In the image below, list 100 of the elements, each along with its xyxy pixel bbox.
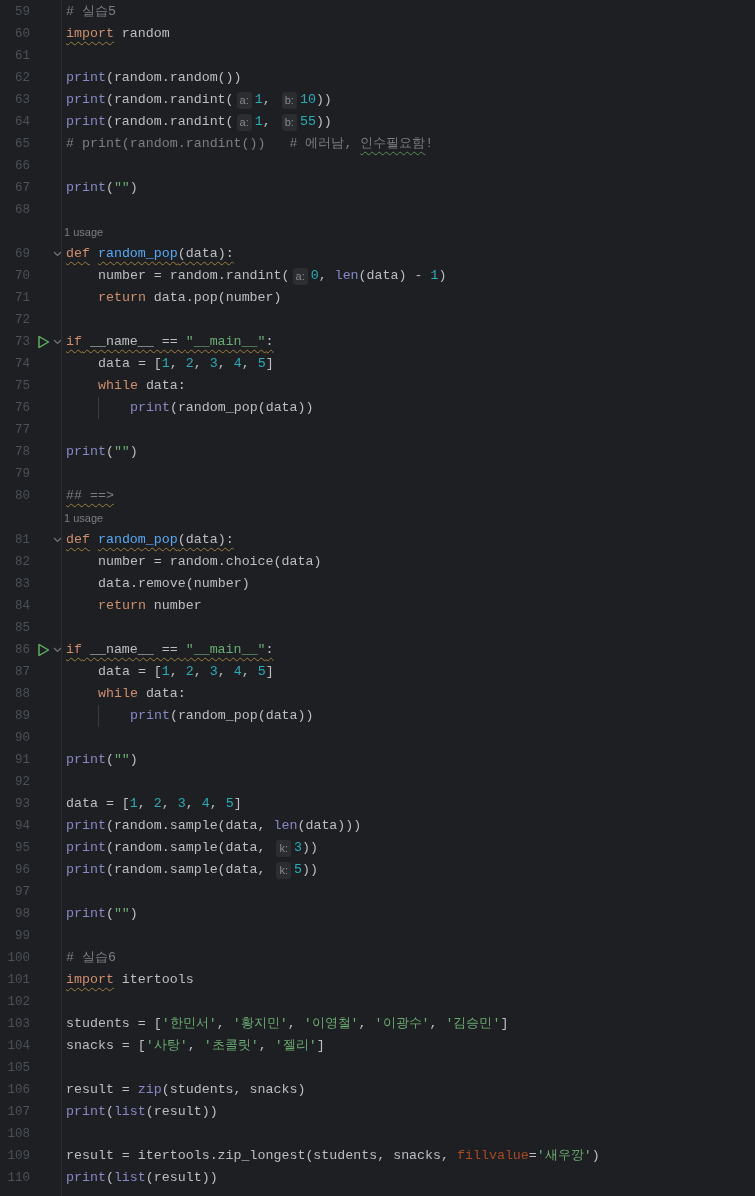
code-text: number = random.randint( — [98, 267, 290, 286]
builtin-name: print — [66, 751, 106, 770]
code-text: = — [528, 1147, 537, 1166]
string-literal: '김승민' — [445, 1015, 501, 1034]
code-text: , — [287, 1015, 297, 1034]
parameter-name: fillvalue — [457, 1147, 529, 1166]
number-literal: 5 — [294, 861, 303, 880]
string-literal: "" — [113, 443, 130, 462]
code-text: ) — [129, 443, 138, 462]
builtin-name: print — [66, 817, 106, 836]
code-text: (random_pop(data)) — [169, 707, 314, 726]
number-literal: 3 — [209, 663, 218, 682]
code-text: ] — [500, 1015, 509, 1034]
code-text: , — [185, 795, 195, 814]
builtin-name: len — [273, 817, 298, 836]
fold-chevron-icon[interactable] — [52, 339, 62, 345]
code-text: , — [217, 663, 227, 682]
code-text: (data) - — [358, 267, 424, 286]
code-text: (students, snacks) — [161, 1081, 306, 1100]
number-literal: 3 — [209, 355, 218, 374]
comment: # 실습6 — [66, 949, 116, 968]
string-literal: "" — [113, 905, 130, 924]
code-text: (data): — [177, 531, 234, 550]
number-literal: 1 — [161, 663, 170, 682]
code-text: , — [193, 663, 203, 682]
code-text: )) — [315, 113, 332, 132]
code-text: (result)) — [145, 1169, 218, 1188]
keyword: return — [98, 597, 146, 616]
string-literal: "__main__" — [185, 333, 266, 352]
comment: 인수필요함 — [360, 135, 426, 154]
number-literal: 2 — [185, 355, 194, 374]
number-literal: 2 — [185, 663, 194, 682]
number-literal: 2 — [153, 795, 162, 814]
code-text: (random.sample(data, — [105, 839, 267, 858]
code-text: , — [216, 1015, 226, 1034]
number-literal: 4 — [201, 795, 210, 814]
code-text: , — [258, 1037, 268, 1056]
inlay-hint: b: — [281, 113, 297, 131]
builtin-name: print — [66, 113, 106, 132]
code-text: ) — [129, 905, 138, 924]
builtin-name: list — [113, 1169, 146, 1188]
number-literal: 55 — [299, 113, 316, 132]
run-icon[interactable] — [37, 335, 50, 349]
usage-hint[interactable]: 1 usage — [64, 223, 104, 241]
string-literal: '사탕' — [145, 1037, 188, 1056]
code-text: (result)) — [145, 1103, 218, 1122]
builtin-name: print — [66, 905, 106, 924]
inlay-hint: a: — [292, 267, 308, 285]
builtin-name: print — [66, 1103, 106, 1122]
code-text: ] — [233, 795, 242, 814]
code-text: data: — [144, 377, 186, 396]
code-text: result = itertools.zip_longest(students, snacks, — [66, 1147, 450, 1166]
fold-chevron-icon[interactable] — [52, 647, 62, 653]
code-text: number = random.choice(data) — [98, 553, 322, 572]
inlay-hint: a: — [236, 113, 252, 131]
code-text: __name__ == — [88, 641, 179, 660]
code-text: ) — [438, 267, 447, 286]
comment: ! — [425, 135, 434, 154]
inlay-hint: k: — [276, 861, 292, 879]
code-text: , — [262, 91, 272, 110]
string-literal: "" — [113, 751, 130, 770]
code-text: data = [ — [66, 795, 130, 814]
builtin-name: zip — [137, 1081, 162, 1100]
code-text: : — [265, 641, 274, 660]
string-literal: '젤리' — [274, 1037, 317, 1056]
code-text: (random.sample(data, — [105, 861, 267, 880]
code-text: ] — [265, 663, 274, 682]
fold-chevron-icon[interactable] — [52, 251, 62, 257]
builtin-name: print — [66, 861, 106, 880]
keyword: while — [98, 377, 138, 396]
code-text: (random.randint( — [105, 91, 234, 110]
run-icon[interactable] — [37, 643, 50, 657]
code-text: , — [429, 1015, 439, 1034]
keyword: import — [66, 25, 114, 44]
inlay-hint: k: — [276, 839, 292, 857]
code-text: , — [241, 355, 251, 374]
string-literal: '이광수' — [374, 1015, 430, 1034]
code-text: ( — [105, 443, 114, 462]
code-text: data = [ — [98, 663, 162, 682]
keyword: def — [66, 245, 90, 264]
fold-chevron-icon[interactable] — [52, 537, 62, 543]
string-literal: '이영철' — [303, 1015, 359, 1034]
keyword: while — [98, 685, 138, 704]
number-literal: 1 — [161, 355, 170, 374]
code-text: (random_pop(data)) — [169, 399, 314, 418]
string-literal: '황지민' — [232, 1015, 288, 1034]
builtin-name: print — [130, 399, 170, 418]
usage-hint[interactable]: 1 usage — [64, 509, 104, 527]
function-name: random_pop — [97, 245, 178, 264]
code-text: data = [ — [98, 355, 162, 374]
code-text: , — [169, 663, 179, 682]
keyword: import — [66, 971, 114, 990]
code-text: )) — [302, 839, 318, 858]
code-text: , — [241, 663, 251, 682]
code-text: , — [209, 795, 219, 814]
inlay-hint: a: — [236, 91, 252, 109]
inlay-hint: b: — [281, 91, 297, 109]
number-literal: 1 — [254, 113, 263, 132]
code-text: (data): — [177, 245, 234, 264]
builtin-name: print — [130, 707, 170, 726]
